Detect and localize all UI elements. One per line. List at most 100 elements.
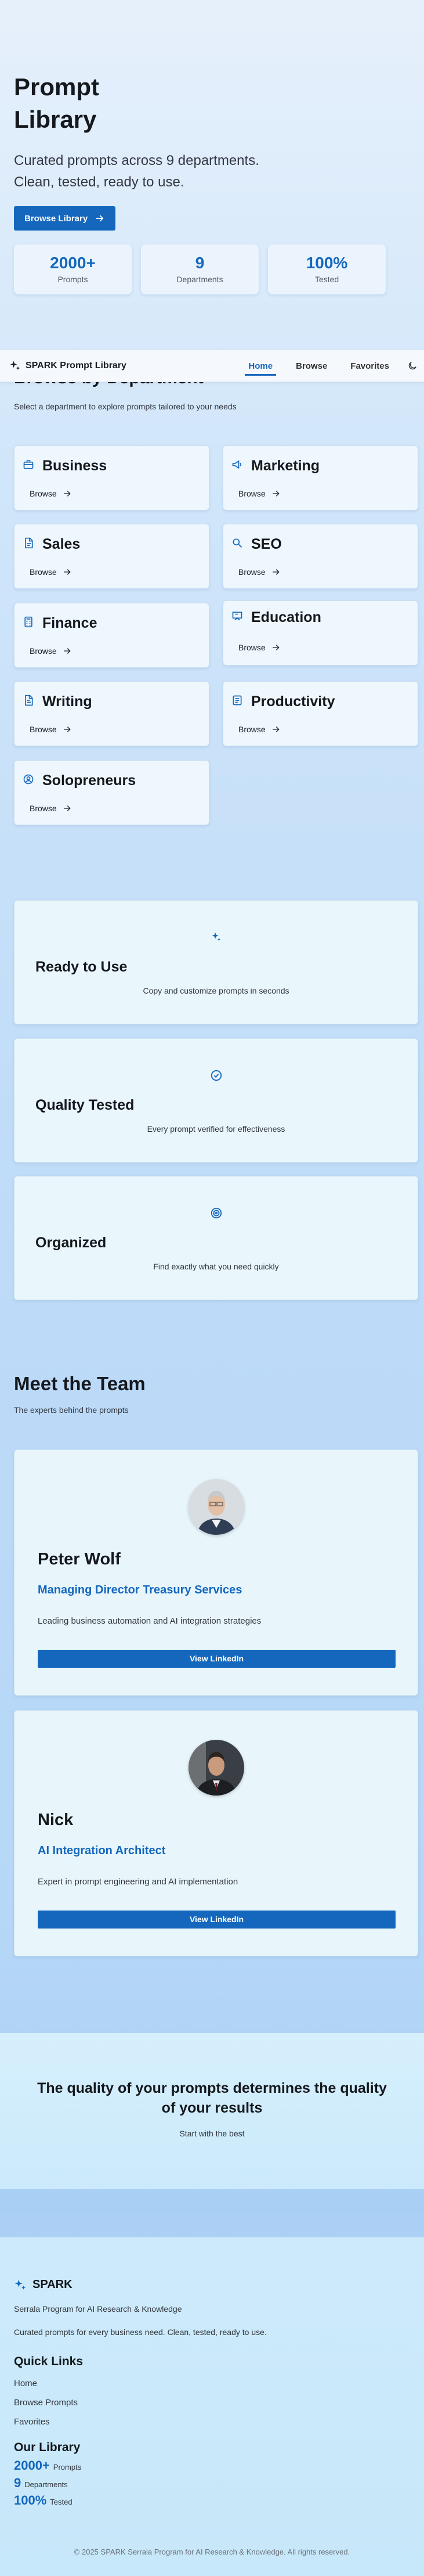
footer-link-home[interactable]: Home <box>14 2379 37 2388</box>
department-browse-link[interactable]: Browse <box>238 489 281 498</box>
nav-links: Home Browse Favorites <box>237 350 424 382</box>
footer-copyright: © 2025 SPARK Serrala Program for AI Rese… <box>74 2548 350 2556</box>
nav-link-home[interactable]: Home <box>237 350 284 382</box>
quote-section: The quality of your prompts determines t… <box>0 2033 424 2189</box>
hero-subtitle: Curated prompts across 9 departments. Cl… <box>14 153 259 190</box>
quote-title: The quality of your prompts determines t… <box>37 2080 387 2116</box>
stat-card: 2000+ Prompts <box>14 244 132 294</box>
browse-library-label: Browse Library <box>24 213 88 224</box>
department-card-solopreneurs[interactable]: Solopreneurs Browse <box>14 760 209 825</box>
presentation-icon <box>232 611 242 621</box>
footer-stat-value: 2000+ <box>14 2458 50 2473</box>
target-icon <box>211 1207 222 1219</box>
footer-org: Serrala Program for AI Research & Knowle… <box>14 2304 182 2314</box>
nav-link-browse[interactable]: Browse <box>284 350 339 382</box>
member-description: Leading business automation and AI integ… <box>38 1616 262 1626</box>
stat-card: 100% Tested <box>268 244 386 294</box>
department-name: Business <box>42 458 107 474</box>
stat-value: 2000+ <box>50 254 96 272</box>
footer-brand-label: SPARK <box>32 2278 73 2291</box>
search-icon <box>233 538 242 548</box>
checklist-icon <box>233 695 242 706</box>
department-name: Sales <box>42 536 81 552</box>
sparkle-icon <box>212 932 221 941</box>
footer-link-favorites[interactable]: Favorites <box>14 2417 50 2427</box>
feature-title: Organized <box>35 1235 107 1251</box>
department-card-marketing[interactable]: Marketing Browse <box>223 445 418 510</box>
footer-brand: SPARK <box>14 2278 73 2291</box>
stat-value: 9 <box>195 254 205 272</box>
feature-description: Find exactly what you need quickly <box>153 1262 279 1271</box>
arrow-right-icon <box>63 648 71 654</box>
stat-card: 9 Departments <box>141 244 259 294</box>
arrow-right-icon <box>63 726 71 732</box>
stat-label: Prompts <box>57 275 88 284</box>
browse-label: Browse <box>30 646 57 656</box>
file-text-icon <box>25 695 33 706</box>
department-browse-link[interactable]: Browse <box>30 725 72 734</box>
department-name: Solopreneurs <box>42 772 136 789</box>
department-browse-link[interactable]: Browse <box>238 567 281 577</box>
footer-stat: 100% Tested <box>14 2493 73 2508</box>
department-browse-link[interactable]: Browse <box>30 804 72 813</box>
arrow-right-icon <box>96 215 104 222</box>
feature-card-organized: Organized Find exactly what you need qui… <box>14 1176 418 1300</box>
feature-description: Copy and customize prompts in seconds <box>143 986 289 995</box>
member-name: Nick <box>38 1811 74 1829</box>
stat-value: 100% <box>306 254 348 272</box>
browse-label: Browse <box>238 725 266 734</box>
quick-links-title: Quick Links <box>14 2355 84 2368</box>
library-title: Our Library <box>14 2441 81 2454</box>
browse-label: Browse <box>30 804 57 813</box>
member-description: Expert in prompt engineering and AI impl… <box>38 1877 238 1887</box>
team-subtitle: The experts behind the prompts <box>14 1405 129 1415</box>
arrow-right-icon <box>272 645 280 650</box>
department-browse-link[interactable]: Browse <box>238 725 281 734</box>
user-circle-icon <box>23 774 34 785</box>
department-card-seo[interactable]: SEO Browse <box>223 524 418 589</box>
department-browse-link[interactable]: Browse <box>238 643 281 652</box>
arrow-right-icon <box>63 805 71 811</box>
calculator-icon <box>24 616 32 628</box>
view-linkedin-button[interactable]: View LinkedIn <box>38 1911 396 1929</box>
arrow-right-icon <box>272 491 280 497</box>
department-card-finance[interactable]: Finance Browse <box>14 603 209 668</box>
briefcase-icon <box>23 460 34 469</box>
member-name: Peter Wolf <box>38 1550 121 1568</box>
top-navbar: SPARK Prompt Library Home Browse Favorit… <box>0 350 424 382</box>
department-card-sales[interactable]: Sales Browse <box>14 524 209 589</box>
department-name: Marketing <box>251 458 320 474</box>
team-member-card: Peter Wolf Managing Director Treasury Se… <box>14 1449 418 1696</box>
check-circle-icon <box>211 1070 222 1081</box>
stat-label: Departments <box>176 275 223 284</box>
footer: SPARK Serrala Program for AI Research & … <box>0 2237 424 2576</box>
footer-stat-label: Departments <box>24 2480 68 2489</box>
avatar <box>189 1740 244 1796</box>
department-card-productivity[interactable]: Productivity Browse <box>223 681 418 746</box>
feature-title: Quality Tested <box>35 1097 135 1113</box>
departments-subtitle: Select a department to explore prompts t… <box>14 402 237 411</box>
department-card-writing[interactable]: Writing Browse <box>14 681 209 746</box>
member-role: Managing Director Treasury Services <box>38 1584 242 1596</box>
sparkle-logo-icon <box>10 361 20 370</box>
browse-library-button[interactable]: Browse Library <box>14 206 116 231</box>
team-title: Meet the Team <box>14 1373 146 1394</box>
footer-link-browse-prompts[interactable]: Browse Prompts <box>14 2398 78 2408</box>
feature-title: Ready to Use <box>35 959 128 975</box>
nav-brand-label: SPARK Prompt Library <box>26 361 126 370</box>
feature-description: Every prompt verified for effectiveness <box>147 1124 285 1134</box>
browse-label: Browse <box>238 643 266 652</box>
team-member-card: Nick AI Integration Architect Expert in … <box>14 1710 418 1956</box>
arrow-right-icon <box>272 569 280 575</box>
browse-label: Browse <box>238 489 266 498</box>
department-browse-link[interactable]: Browse <box>30 567 72 577</box>
department-browse-link[interactable]: Browse <box>30 489 72 498</box>
department-card-education[interactable]: Education Browse <box>223 600 418 665</box>
department-name: Finance <box>42 615 97 631</box>
department-browse-link[interactable]: Browse <box>30 646 72 656</box>
moon-icon[interactable] <box>401 350 424 382</box>
nav-brand[interactable]: SPARK Prompt Library <box>9 360 126 372</box>
department-card-business[interactable]: Business Browse <box>14 445 209 510</box>
nav-link-favorites[interactable]: Favorites <box>339 350 401 382</box>
view-linkedin-button[interactable]: View LinkedIn <box>38 1650 396 1668</box>
